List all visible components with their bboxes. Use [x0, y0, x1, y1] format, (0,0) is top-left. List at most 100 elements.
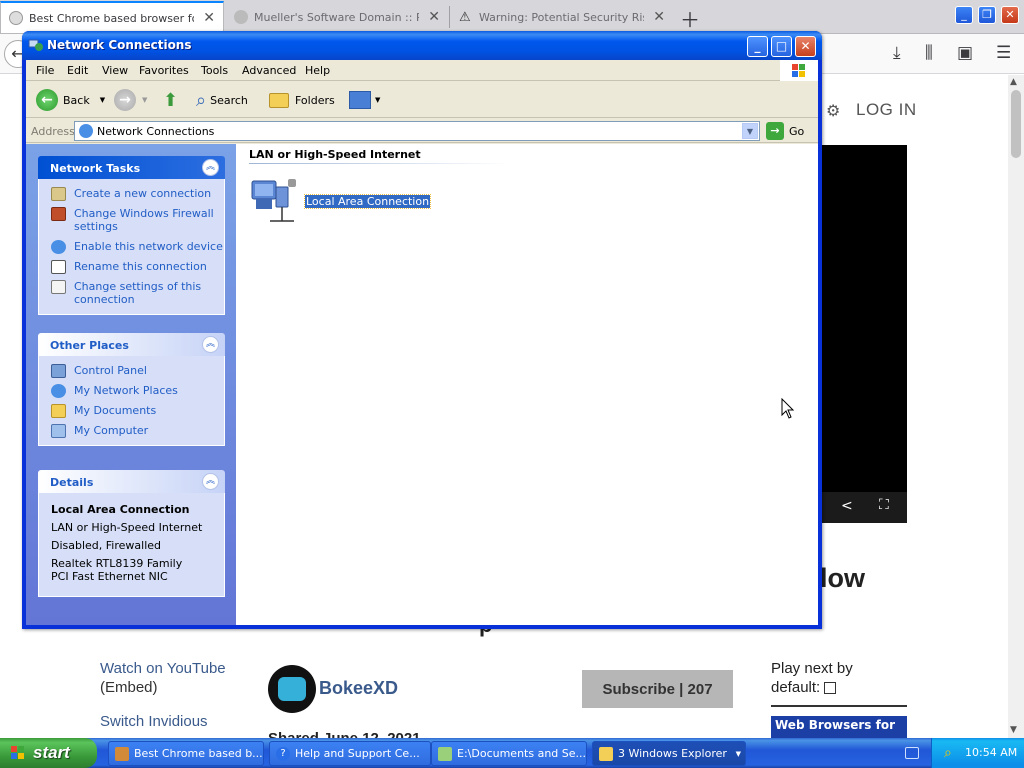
- taskbar-item-help[interactable]: ? Help and Support Ce...: [269, 741, 431, 766]
- menu-edit[interactable]: Edit: [67, 64, 88, 77]
- maximize-icon[interactable]: □: [771, 36, 792, 57]
- close-icon[interactable]: ✕: [1001, 6, 1019, 24]
- warning-icon: ⚠: [459, 10, 471, 25]
- clock[interactable]: 10:54 AM: [965, 746, 1017, 759]
- close-tab-icon[interactable]: ✕: [428, 9, 440, 25]
- collapse-icon[interactable]: ︽: [202, 336, 219, 353]
- close-tab-icon[interactable]: ✕: [653, 9, 665, 25]
- minimize-icon[interactable]: _: [955, 6, 973, 24]
- network-tasks-panel: Network Tasks ︽ Create a new connection …: [38, 156, 225, 315]
- documents-folder-icon: [51, 404, 66, 418]
- address-value: Network Connections: [97, 125, 215, 138]
- channel-avatar[interactable]: [268, 665, 316, 713]
- channel-name-link[interactable]: BokeeXD: [319, 678, 398, 699]
- scroll-up-icon[interactable]: ▲: [1010, 77, 1017, 87]
- forward-arrow-icon: →: [114, 89, 136, 111]
- details-header[interactable]: Details ︽: [38, 470, 225, 493]
- taskbar-item-explorer[interactable]: 3 Windows Explorer ▼: [592, 741, 746, 766]
- fullscreen-icon[interactable]: ⛶: [879, 497, 889, 513]
- browser-tab-active[interactable]: Best Chrome based browser for W ✕: [0, 1, 224, 33]
- help-icon: ?: [276, 746, 290, 761]
- menu-favorites[interactable]: Favorites: [139, 64, 189, 77]
- window-title: Network Connections: [47, 38, 192, 52]
- menu-tools[interactable]: Tools: [201, 64, 228, 77]
- collapse-icon[interactable]: ︽: [202, 473, 219, 490]
- scroll-down-icon[interactable]: ▼: [1010, 725, 1017, 735]
- login-link[interactable]: LOG IN: [856, 100, 917, 120]
- other-places-panel: Other Places ︽ Control Panel My Network …: [38, 333, 225, 446]
- forward-button[interactable]: → ▼: [114, 88, 147, 112]
- control-panel-icon: [51, 364, 66, 378]
- dropdown-arrow-icon[interactable]: ▼: [142, 96, 147, 104]
- create-connection-link[interactable]: Create a new connection: [49, 187, 224, 201]
- download-icon[interactable]: ⤓: [893, 43, 901, 63]
- close-icon[interactable]: ✕: [795, 36, 816, 57]
- other-places-body: Control Panel My Network Places My Docum…: [38, 356, 225, 446]
- menu-view[interactable]: View: [102, 64, 128, 77]
- default-label: default:: [771, 679, 821, 696]
- go-button[interactable]: → Go: [766, 122, 804, 140]
- rename-connection-link[interactable]: Rename this connection: [49, 260, 224, 274]
- search-button[interactable]: ⌕ Search: [196, 88, 248, 112]
- start-button[interactable]: start: [0, 738, 97, 768]
- address-input[interactable]: Network Connections ▼: [74, 121, 760, 141]
- views-button[interactable]: ▼: [349, 88, 380, 112]
- dropdown-arrow-icon[interactable]: ▼: [100, 96, 105, 104]
- enable-device-link[interactable]: Enable this network device: [49, 240, 224, 254]
- browser-tab[interactable]: Mueller's Software Domain :: Pro ✕: [226, 2, 448, 32]
- restore-icon[interactable]: ❐: [978, 6, 996, 24]
- keyboard-icon[interactable]: [905, 747, 919, 759]
- play-next-checkbox[interactable]: [824, 682, 837, 695]
- menu-help[interactable]: Help: [305, 64, 330, 77]
- network-tasks-header[interactable]: Network Tasks ︽: [38, 156, 225, 179]
- my-network-places-link[interactable]: My Network Places: [49, 384, 224, 398]
- up-folder-button[interactable]: ⬆: [163, 88, 178, 112]
- search-tray-icon[interactable]: ⌕: [944, 745, 960, 761]
- watch-youtube-text[interactable]: Watch on YouTube: [100, 659, 226, 678]
- new-tab-icon[interactable]: ＋: [680, 4, 700, 33]
- back-button[interactable]: ← Back ▼: [36, 88, 105, 112]
- task-pane: Network Tasks ︽ Create a new connection …: [26, 144, 236, 625]
- browser-tab[interactable]: ⚠ Warning: Potential Security Risk A ✕: [451, 2, 673, 32]
- change-firewall-link[interactable]: Change Windows Firewall settings: [49, 207, 224, 233]
- related-video-thumbnail[interactable]: Web Browsers for XP: [771, 716, 907, 738]
- menu-bar: File Edit View Favorites Tools Advanced …: [26, 60, 818, 81]
- window-title-bar[interactable]: Network Connections _ □ ✕: [22, 31, 822, 60]
- collapse-icon[interactable]: ︽: [202, 159, 219, 176]
- close-tab-icon[interactable]: ✕: [203, 10, 215, 26]
- search-icon: ⌕: [196, 89, 207, 111]
- other-places-header[interactable]: Other Places ︽: [38, 333, 225, 356]
- menu-icon[interactable]: ☰: [996, 43, 1011, 63]
- library-icon[interactable]: ⫼: [925, 43, 933, 63]
- my-documents-link[interactable]: My Documents: [49, 404, 224, 418]
- page-scrollbar[interactable]: [1008, 75, 1024, 738]
- minimize-icon[interactable]: _: [747, 36, 768, 57]
- embed-link[interactable]: (Embed): [100, 678, 226, 697]
- chevron-down-icon[interactable]: ▼: [742, 123, 758, 139]
- menu-file[interactable]: File: [36, 64, 54, 77]
- group-dropdown-icon[interactable]: ▼: [736, 750, 741, 758]
- lan-connection-label[interactable]: Local Area Connection: [303, 194, 432, 209]
- menu-advanced[interactable]: Advanced: [242, 64, 296, 77]
- share-icon[interactable]: <: [841, 498, 853, 514]
- my-computer-link[interactable]: My Computer: [49, 424, 224, 438]
- video-player[interactable]: [821, 145, 907, 523]
- notepad-icon: [438, 746, 452, 761]
- back-arrow-icon: ←: [36, 89, 58, 111]
- tab-title: Mueller's Software Domain :: Pro: [254, 10, 419, 24]
- change-settings-link[interactable]: Change settings of this connection: [49, 280, 224, 306]
- scrollbar-thumb[interactable]: [1011, 90, 1021, 158]
- taskbar-item-notepad[interactable]: E:\Documents and Se...: [431, 741, 587, 766]
- video-title-fragment: low: [820, 563, 865, 593]
- switch-invidious-link[interactable]: Switch Invidious: [100, 713, 208, 730]
- up-folder-icon: ⬆: [163, 89, 179, 111]
- watch-on-youtube-link[interactable]: Watch on YouTube (Embed): [100, 659, 226, 697]
- sidebar-icon[interactable]: ▣: [957, 43, 973, 63]
- folders-button[interactable]: Folders: [269, 88, 335, 112]
- settings-gear-icon[interactable]: ⚙: [826, 101, 840, 120]
- lan-connection-icon[interactable]: [250, 177, 300, 225]
- taskbar-item-browser[interactable]: Best Chrome based b...: [108, 741, 264, 766]
- control-panel-link[interactable]: Control Panel: [49, 364, 224, 378]
- details-body: Local Area Connection LAN or High-Speed …: [38, 493, 225, 597]
- subscribe-button[interactable]: Subscribe | 207: [582, 670, 733, 708]
